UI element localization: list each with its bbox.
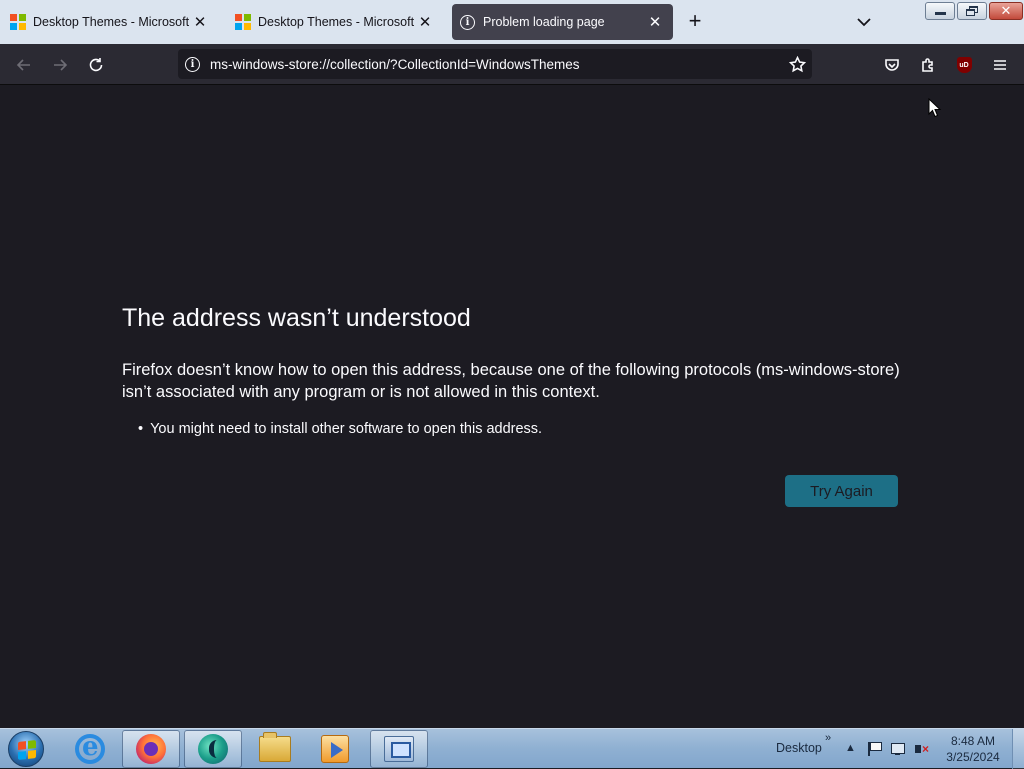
taskbar-firefox[interactable] [122, 730, 180, 768]
url-text[interactable]: ms-windows-store://collection/?Collectio… [210, 57, 782, 72]
page-content: The address wasn’t understood Firefox do… [0, 86, 1024, 728]
pocket-button[interactable] [879, 52, 905, 78]
taskbar: Desktop » ▲ 8:48 AM 3/25/2024 [0, 728, 1024, 769]
mouse-cursor-icon [928, 98, 942, 118]
reload-button[interactable] [83, 52, 109, 78]
error-suggestions: You might need to install other software… [138, 421, 898, 437]
network-icon[interactable] [890, 741, 906, 757]
firefox-icon [136, 734, 166, 764]
ublock-origin-button[interactable]: uD [951, 52, 977, 78]
show-desktop-button[interactable] [1012, 729, 1024, 769]
desktop-toolbar-label[interactable]: Desktop [776, 741, 822, 755]
bing-icon [198, 734, 228, 764]
clock-time: 8:48 AM [950, 734, 996, 748]
bookmark-star-button[interactable] [782, 55, 812, 73]
pocket-icon [885, 59, 899, 71]
star-icon [788, 55, 806, 72]
chevron-down-icon [857, 18, 871, 27]
hamburger-menu-icon [994, 60, 1006, 70]
info-icon: i [460, 14, 475, 30]
arrow-left-icon [16, 59, 30, 71]
try-again-button[interactable]: Try Again [785, 475, 898, 507]
microsoft-logo-icon [10, 14, 26, 30]
arrow-right-icon [54, 59, 68, 71]
close-window-button[interactable]: ✕ [989, 2, 1023, 20]
file-explorer-icon [259, 732, 291, 762]
remote-desktop-icon [384, 736, 414, 762]
taskbar-bing[interactable] [184, 730, 242, 768]
clock-date: 3/25/2024 [946, 750, 1000, 764]
taskbar-file-explorer[interactable] [246, 730, 304, 768]
start-button[interactable] [4, 729, 48, 769]
app-menu-button[interactable] [987, 52, 1013, 78]
back-button[interactable] [11, 52, 37, 78]
close-tab-icon[interactable]: ✕ [190, 12, 210, 32]
close-tab-icon[interactable]: ✕ [645, 12, 665, 32]
site-info-icon[interactable]: i [185, 56, 200, 72]
error-description: Firefox doesn’t know how to open this ad… [122, 361, 900, 401]
puzzle-icon [922, 58, 933, 72]
new-tab-button[interactable]: + [683, 10, 707, 34]
system-clock[interactable]: 8:48 AM 3/25/2024 [942, 733, 1004, 765]
tab-desktop-themes-1[interactable]: Desktop Themes - Microsoft Su ✕ [2, 4, 218, 40]
extensions-button[interactable] [915, 52, 941, 78]
microsoft-logo-icon [235, 14, 251, 30]
taskbar-internet-explorer[interactable] [61, 730, 119, 768]
address-bar[interactable]: i ms-windows-store://collection/?Collect… [178, 49, 812, 79]
tab-strip: Desktop Themes - Microsoft Su ✕ Desktop … [0, 0, 1024, 44]
navigation-toolbar: i ms-windows-store://collection/?Collect… [0, 44, 1024, 85]
toolbar-chevron-icon[interactable]: » [825, 732, 831, 744]
close-tab-icon[interactable]: ✕ [415, 12, 435, 32]
forward-button[interactable] [47, 52, 73, 78]
volume-muted-icon[interactable] [914, 741, 930, 757]
minimize-button[interactable] [925, 2, 955, 20]
windows-logo-icon [8, 731, 44, 767]
action-center-flag-icon[interactable] [866, 741, 882, 757]
tab-title: Desktop Themes - Microsoft Su [258, 15, 415, 29]
internet-explorer-icon [75, 732, 105, 764]
list-item: You might need to install other software… [138, 421, 898, 437]
tab-title: Problem loading page [483, 15, 605, 29]
restore-button[interactable] [957, 2, 987, 20]
ublock-icon: uD [956, 57, 972, 73]
window-caption-buttons: ✕ [925, 2, 1024, 20]
taskbar-media-player[interactable] [306, 730, 364, 768]
list-all-tabs-button[interactable] [852, 10, 876, 34]
tab-desktop-themes-2[interactable]: Desktop Themes - Microsoft Su ✕ [227, 4, 443, 40]
tab-problem-loading[interactable]: i Problem loading page ✕ [452, 4, 673, 40]
taskbar-remote-desktop[interactable] [370, 730, 428, 768]
reload-icon [89, 58, 103, 72]
tab-title: Desktop Themes - Microsoft Su [33, 15, 190, 29]
media-player-icon [321, 735, 349, 763]
error-title: The address wasn’t understood [122, 304, 471, 332]
show-hidden-icons-button[interactable]: ▲ [845, 742, 856, 754]
